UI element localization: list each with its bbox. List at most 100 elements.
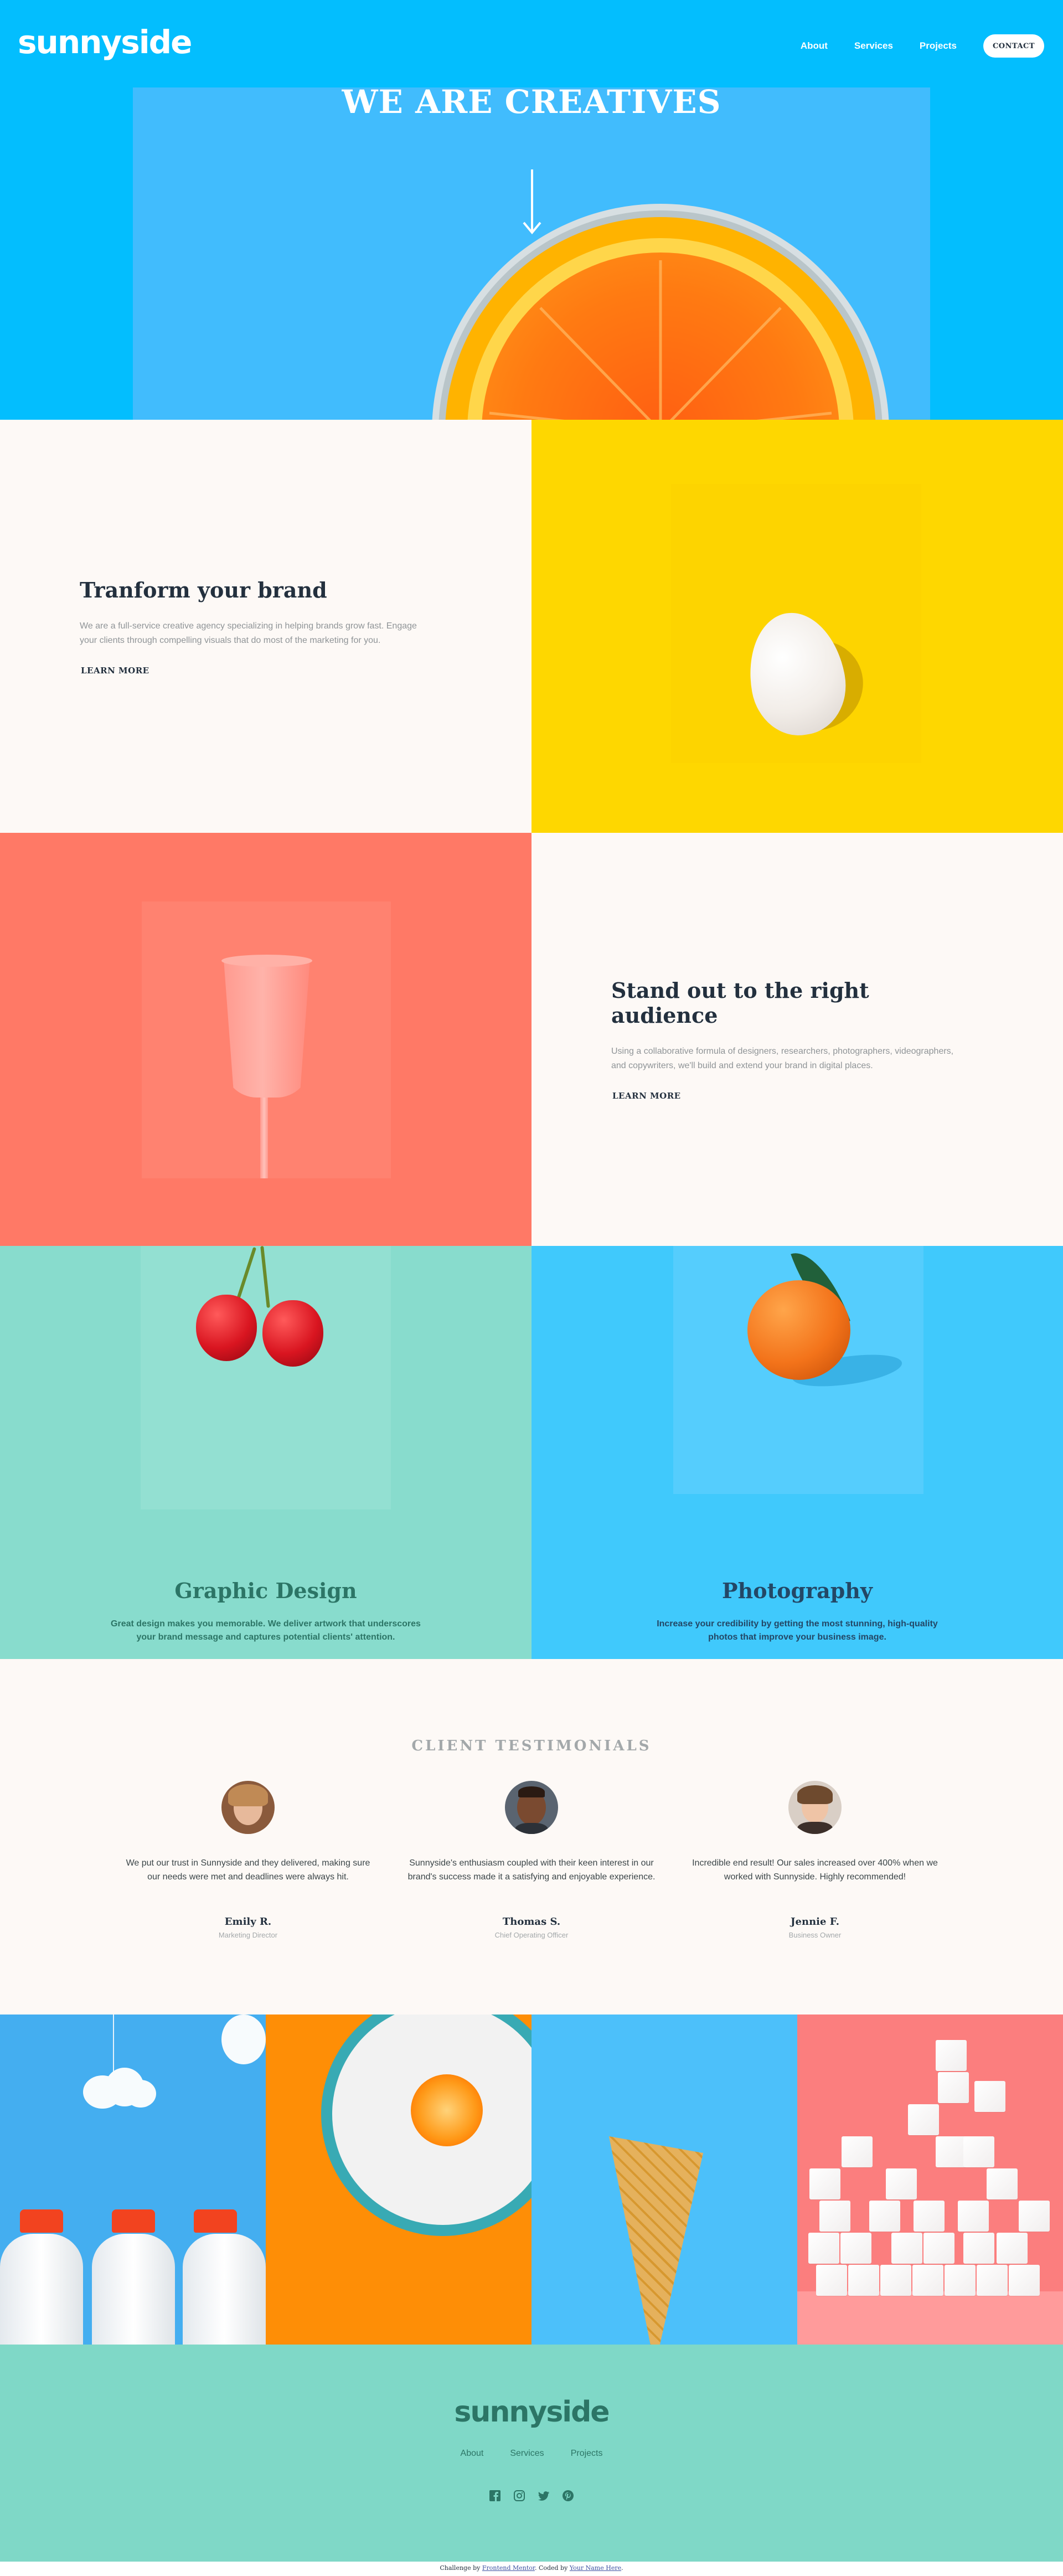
sugar-cube <box>945 2265 976 2296</box>
nav-link-projects[interactable]: Projects <box>920 40 957 51</box>
orange-slice <box>411 2074 483 2146</box>
nav-link-services[interactable]: Services <box>854 40 893 51</box>
feature-text-brand: Tranform your brand We are a full-servic… <box>0 420 532 833</box>
pinterest-icon[interactable] <box>562 2490 574 2502</box>
nav-links: About Services Projects CONTACT <box>801 34 1044 58</box>
service-text: Graphic Design Great design makes you me… <box>0 1578 532 1644</box>
footer-link-projects[interactable]: Projects <box>571 2449 603 2459</box>
attribution-author-link[interactable]: Your Name Here <box>570 2564 621 2572</box>
bottle-cap <box>112 2209 155 2233</box>
sugar-cube <box>936 2136 967 2167</box>
service-body: Great design makes you memorable. We del… <box>111 1619 421 1642</box>
waffle-cone <box>609 2136 703 2345</box>
footer-links: About Services Projects <box>0 2449 1063 2459</box>
testimonial-name: Jennie F. <box>791 1916 839 1928</box>
avatar <box>221 1781 275 1834</box>
sugar-cube <box>914 2201 945 2232</box>
feature-body: Using a collaborative formula of designe… <box>611 1047 954 1070</box>
sugar-cube <box>816 2265 847 2296</box>
sugar-cube <box>963 2136 994 2167</box>
attribution-middle: . Coded by <box>534 2564 568 2572</box>
sugar-cube <box>1009 2265 1040 2296</box>
main-nav: sunnyside About Services Projects CONTAC… <box>0 0 1063 83</box>
gallery-sugar-cubes <box>797 2015 1063 2345</box>
testimonial-card: Incredible end result! Our sales increas… <box>688 1781 942 1939</box>
sugar-cube <box>987 2168 1018 2199</box>
twitter-icon[interactable] <box>538 2490 550 2502</box>
nav-link-about[interactable]: About <box>801 40 828 51</box>
sugar-cube <box>808 2233 839 2264</box>
feature-text-block: Stand out to the right audience Using a … <box>611 833 977 1246</box>
sugar-cube <box>912 2265 943 2296</box>
sugar-cube <box>908 2104 939 2135</box>
cherries-image <box>141 1246 391 1509</box>
feature-row-brand: Tranform your brand We are a full-servic… <box>0 420 1063 833</box>
milk-bottle <box>183 2234 266 2345</box>
sugar-cube <box>840 2233 871 2264</box>
cherry <box>196 1295 257 1361</box>
footer-link-about[interactable]: About <box>461 2449 484 2459</box>
attribution-prefix: Challenge by <box>440 2564 481 2572</box>
learn-more-link[interactable]: LEARN MORE <box>80 666 151 677</box>
orange-image <box>673 1246 923 1494</box>
orange-fruit <box>747 1280 850 1380</box>
contact-button[interactable]: CONTACT <box>983 34 1044 58</box>
glass-cup <box>224 959 310 1098</box>
testimonial-quote: Incredible end result! Our sales increas… <box>692 1858 938 1882</box>
testimonials-section: CLIENT TESTIMONIALS We put our trust in … <box>0 1659 1063 2015</box>
attribution-source-link[interactable]: Frontend Mentor <box>482 2564 535 2572</box>
testimonial-role: Chief Operating Officer <box>494 1931 569 1939</box>
feature-title: Stand out to the right audience <box>611 978 869 1028</box>
sugar-cube <box>880 2265 911 2296</box>
testimonial-card: We put our trust in Sunnyside and they d… <box>121 1781 375 1939</box>
sugar-cube <box>809 2168 840 2199</box>
gallery-orange-plate <box>266 2015 532 2345</box>
avatar <box>788 1781 842 1834</box>
footer-social-links <box>0 2490 1063 2502</box>
feature-text-block: Tranform your brand We are a full-servic… <box>80 420 445 833</box>
glass-stem <box>260 1093 268 1178</box>
feature-text-audience: Stand out to the right audience Using a … <box>532 833 1063 1246</box>
facebook-icon[interactable] <box>489 2490 501 2502</box>
sugar-cube <box>958 2201 989 2232</box>
cloud <box>125 2080 156 2108</box>
footer-link-services[interactable]: Services <box>510 2449 544 2459</box>
testimonial-quote: Sunnyside's enthusiasm coupled with thei… <box>407 1858 656 1882</box>
services-row: Graphic Design Great design makes you me… <box>0 1246 1063 1659</box>
attribution-suffix: . <box>621 2564 623 2572</box>
attribution: Challenge by Frontend Mentor. Coded by Y… <box>0 2562 1063 2576</box>
feature-row-audience: Stand out to the right audience Using a … <box>0 833 1063 1246</box>
hero-title: WE ARE CREATIVES <box>342 83 721 121</box>
bottle-cap <box>20 2209 63 2233</box>
learn-more-link[interactable]: LEARN MORE <box>611 1091 682 1102</box>
sugar-cube <box>997 2233 1028 2264</box>
egg-image <box>532 420 1063 833</box>
sugar-cube <box>1019 2201 1050 2232</box>
sugar-cube <box>819 2201 850 2232</box>
feature-title: Tranform your brand <box>80 577 327 602</box>
hero-image <box>133 87 930 420</box>
cherry-stem <box>260 1246 270 1308</box>
sugar-cube <box>936 2040 967 2071</box>
arrow-down-icon[interactable] <box>523 169 541 235</box>
service-text: Photography Increase your credibility by… <box>532 1578 1063 1644</box>
service-photography: Photography Increase your credibility by… <box>532 1246 1063 1659</box>
logo[interactable]: sunnyside <box>18 23 192 61</box>
milk-bottle <box>0 2234 83 2345</box>
glass-image <box>0 833 532 1246</box>
gallery-milk-bottles <box>0 2015 266 2345</box>
sugar-cube <box>869 2201 900 2232</box>
sugar-cube <box>891 2233 922 2264</box>
sugar-cube <box>938 2072 969 2103</box>
testimonial-role: Business Owner <box>788 1931 842 1939</box>
site-footer: sunnyside About Services Projects <box>0 2345 1063 2562</box>
cloud <box>221 2015 266 2064</box>
service-graphic-design: Graphic Design Great design makes you me… <box>0 1246 532 1659</box>
footer-logo[interactable]: sunnyside <box>0 2395 1063 2429</box>
avatar <box>505 1781 558 1834</box>
sugar-cube <box>923 2233 954 2264</box>
image-gallery <box>0 2015 1063 2345</box>
service-body: Increase your credibility by getting the… <box>657 1619 938 1642</box>
bottle-cap <box>194 2209 237 2233</box>
instagram-icon[interactable] <box>513 2490 525 2502</box>
